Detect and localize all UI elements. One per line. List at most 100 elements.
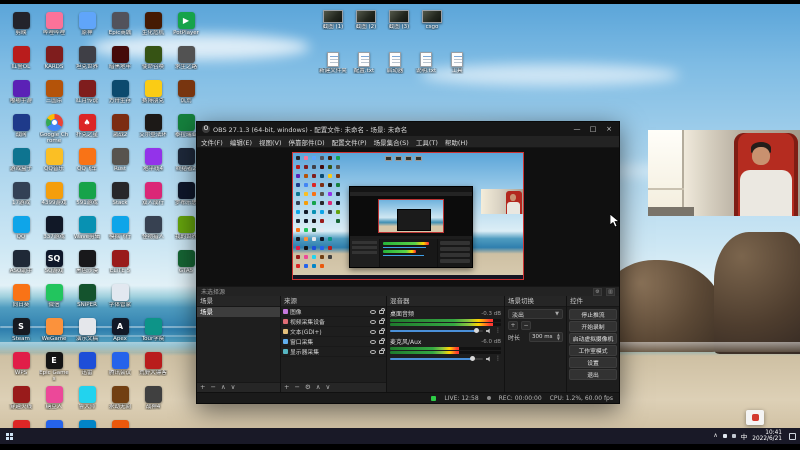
source-list-item[interactable]: 窗口采集: [281, 337, 386, 347]
source-list-item[interactable]: 文本(GDI+): [281, 327, 386, 337]
sources-toolbar-button[interactable]: ∨: [326, 384, 331, 391]
mini-face: [510, 194, 516, 201]
mini-desktop-icon: [320, 264, 324, 268]
settings-button[interactable]: 设置: [569, 357, 617, 368]
volume-slider[interactable]: [390, 356, 483, 361]
menu-item[interactable]: 文件(F): [201, 137, 223, 147]
tray-overflow-flyout[interactable]: [746, 410, 764, 425]
duration-value: 300 ms: [532, 334, 553, 340]
letterbox-bottom: [0, 444, 800, 450]
lock-icon[interactable]: [379, 347, 385, 354]
lock-icon[interactable]: [379, 337, 385, 344]
close-button[interactable]: ×: [601, 123, 617, 135]
rec-indicator-icon: [486, 396, 491, 400]
speaker-icon[interactable]: [486, 328, 490, 334]
sources-toolbar-button[interactable]: ⚙: [305, 384, 311, 391]
virtual-camera-button[interactable]: 启动虚拟摄像机: [569, 333, 617, 344]
volume-slider-handle[interactable]: [473, 328, 479, 333]
scenes-toolbar-button[interactable]: −: [210, 384, 215, 391]
source-filters-button[interactable]: ▥: [606, 287, 615, 296]
lock-icon[interactable]: [379, 317, 385, 324]
visibility-eye-icon[interactable]: [370, 329, 376, 334]
rec-timer: REC: 00:00:00: [498, 394, 542, 402]
spinner-arrows-icon[interactable]: ▲ ▼: [557, 333, 560, 341]
obs-app-icon: O: [202, 125, 210, 133]
start-recording-button[interactable]: 开始录制: [569, 321, 617, 332]
mini-slider: [383, 247, 427, 248]
screen: 剪映 红警OL 嘟嘟手游 战网 游戏盒子 17游戏 QQ ASO助手 向日葵 S Steam WPS 穿…: [0, 0, 800, 450]
menu-item[interactable]: 场景集合(S): [374, 137, 409, 147]
scenes-toolbar-button[interactable]: ∧: [221, 384, 226, 391]
mini-desktop-icon: [328, 255, 332, 259]
obs-preview-area[interactable]: [197, 148, 619, 286]
tray-expand-icon[interactable]: ∧: [713, 433, 717, 439]
minimize-button[interactable]: —: [569, 123, 585, 135]
desktop-icon[interactable]: 说明.txt: [411, 52, 441, 74]
action-center-icon[interactable]: [789, 432, 796, 440]
source-list-item[interactable]: 图像: [281, 307, 386, 317]
preview-capture-source[interactable]: [292, 152, 524, 280]
desktop-icon[interactable]: 新建文件夹: [318, 52, 348, 74]
menu-item[interactable]: 工具(T): [416, 137, 438, 147]
source-list-item[interactable]: 显示器采集: [281, 347, 386, 357]
volume-icon[interactable]: [731, 434, 736, 438]
sources-toolbar-button[interactable]: +: [284, 384, 289, 391]
scenes-toolbar-button[interactable]: ∨: [231, 384, 236, 391]
maximize-button[interactable]: □: [585, 123, 601, 135]
sources-toolbar-button[interactable]: ∧: [316, 384, 321, 391]
desktop-icon[interactable]: 截图 (3): [384, 10, 414, 30]
lock-icon[interactable]: [379, 327, 385, 334]
source-properties-button[interactable]: ⚙: [593, 287, 602, 296]
desktop-icon[interactable]: 截图 (1): [318, 10, 348, 30]
mini-webcam: [481, 189, 523, 214]
file-icon: [420, 52, 432, 67]
scenes-toolbar-button[interactable]: +: [200, 384, 205, 391]
start-button[interactable]: [6, 432, 13, 440]
menu-item[interactable]: 配置文件(P): [332, 137, 367, 147]
live-timer: LIVE: 12:58: [444, 394, 479, 402]
mini-desktop-icon: [312, 219, 316, 223]
sources-toolbar-button[interactable]: −: [294, 384, 299, 391]
obs-titlebar[interactable]: O OBS 27.1.3 (64-bit, windows) - 配置文件: 未…: [197, 122, 619, 136]
visibility-eye-icon[interactable]: [370, 319, 376, 324]
volume-slider[interactable]: [390, 328, 483, 333]
mini-desktop-icon: [320, 228, 324, 232]
add-transition-button[interactable]: +: [508, 321, 518, 330]
more-options-icon[interactable]: ⋮: [495, 356, 501, 362]
no-source-label: 未选择源: [201, 289, 226, 296]
clock[interactable]: 10:41 2022/6/21: [752, 430, 782, 443]
visibility-eye-icon[interactable]: [370, 339, 376, 344]
desktop-icon[interactable]: 工具: [442, 52, 472, 74]
lock-icon[interactable]: [379, 307, 385, 314]
menu-item[interactable]: 停靠部件(D): [289, 137, 325, 147]
obs-window: O OBS 27.1.3 (64-bit, windows) - 配置文件: 未…: [196, 121, 620, 404]
visibility-eye-icon[interactable]: [370, 349, 376, 354]
desktop-icon-label: 说明.txt: [415, 68, 437, 74]
speaker-icon[interactable]: [486, 356, 490, 362]
desktop-icon[interactable]: 启动器: [380, 52, 410, 74]
mini-obs-docks: [350, 239, 472, 267]
mini-thumb-icon: [415, 156, 422, 161]
more-options-icon[interactable]: ⋮: [495, 328, 501, 334]
scene-list-item[interactable]: 场景: [197, 307, 280, 317]
menu-item[interactable]: 帮助(H): [445, 137, 468, 147]
volume-slider-handle[interactable]: [469, 356, 475, 361]
desktop-icon[interactable]: csgo: [417, 10, 447, 30]
desktop-icon[interactable]: 截图 (2): [351, 10, 381, 30]
source-list-item[interactable]: 视频采集设备: [281, 317, 386, 327]
visibility-eye-icon[interactable]: [370, 309, 376, 314]
mini-desktop-icon: [312, 228, 316, 232]
language-indicator[interactable]: 中: [741, 431, 748, 441]
menu-item[interactable]: 编辑(E): [230, 137, 252, 147]
menu-item[interactable]: 视图(V): [259, 137, 282, 147]
remove-transition-button[interactable]: −: [521, 321, 531, 330]
exit-button[interactable]: 退出: [569, 369, 617, 380]
mini-desktop-icon: [304, 174, 308, 178]
desktop-icon[interactable]: 配置.txt: [349, 52, 379, 74]
mini-desktop-icon: [312, 165, 316, 169]
stop-streaming-button[interactable]: 停止推流: [569, 309, 617, 320]
duration-spinner[interactable]: 300 ms ▲ ▼: [529, 332, 563, 342]
network-icon[interactable]: [722, 434, 727, 438]
studio-mode-button[interactable]: 工作室模式: [569, 345, 617, 356]
transition-select[interactable]: 淡出 ▼: [508, 309, 563, 319]
